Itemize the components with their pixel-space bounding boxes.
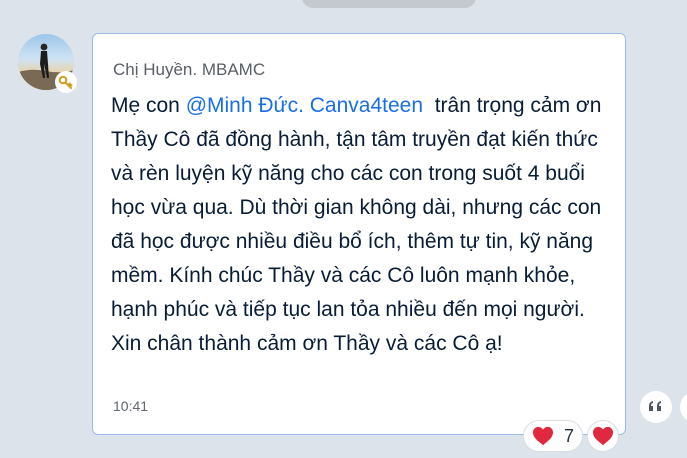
reaction-summary[interactable]: 7 [523,420,583,452]
message-text-start: Mẹ con [111,94,186,117]
heart-icon [532,426,553,446]
key-icon [58,75,73,89]
quote-reply-button[interactable] [640,391,672,423]
react-button[interactable] [587,420,619,452]
message-time: 10:41 [113,398,149,414]
reaction-count: 7 [563,425,574,446]
quote-icon [649,401,661,411]
top-pill [302,0,476,8]
message-text-body: trân trọng cảm ơn Thầy Cô đã đồng hành, … [111,94,608,355]
key-badge [55,71,77,93]
more-actions-button[interactable] [680,391,687,423]
message-bubble[interactable]: Chị Huyền. MBAMC Mẹ con @Minh Đức. Canva… [92,33,626,435]
heart-icon [593,426,613,446]
message-text: Mẹ con @Minh Đức. Canva4teen trân trọng … [111,89,613,361]
mention-link[interactable]: @Minh Đức. Canva4teen [186,94,423,117]
sender-name[interactable]: Chị Huyền. MBAMC [113,60,265,80]
